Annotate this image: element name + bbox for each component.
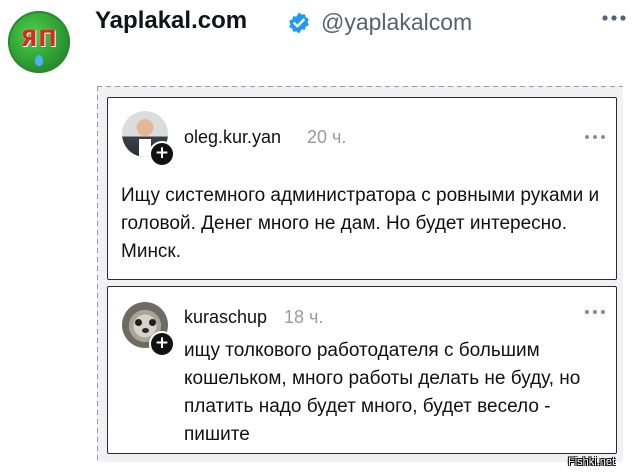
follow-plus-icon[interactable]: +	[149, 141, 175, 167]
avatar-nose	[142, 328, 149, 333]
post-timestamp: 18 ч.	[284, 307, 324, 327]
post-text: ищу толкового работодателя с большим кош…	[184, 340, 581, 445]
tweet-screenshot: ЯП Yaplakal.com @yaplakalcom + oleg.kur.…	[0, 0, 640, 473]
tweet-header: ЯП Yaplakal.com @yaplakalcom	[0, 0, 640, 86]
watermark: Fishki.net	[568, 456, 616, 468]
post-text: Ищу системного администратора с ровными …	[121, 185, 600, 262]
dashed-border	[97, 86, 98, 462]
verified-badge-icon	[289, 12, 309, 34]
more-horizontal-icon[interactable]	[584, 309, 606, 315]
dashed-border	[97, 86, 623, 87]
account-name[interactable]: Yaplakal.com	[95, 7, 247, 35]
more-horizontal-icon[interactable]	[584, 134, 606, 140]
embedded-screenshot: + oleg.kur.yan 20 ч. Ищу системного адми…	[97, 86, 623, 462]
more-horizontal-icon[interactable]	[601, 12, 627, 24]
follow-plus-icon[interactable]: +	[149, 331, 175, 357]
post-username[interactable]: oleg.kur.yan	[184, 127, 281, 148]
avatar-eye	[135, 319, 142, 326]
threads-post-card: + oleg.kur.yan 20 ч. Ищу системного адми…	[107, 97, 617, 280]
avatar-logo-text: ЯП	[20, 27, 58, 52]
post-username[interactable]: kuraschup	[184, 307, 267, 328]
account-handle[interactable]: @yaplakalcom	[321, 9, 472, 36]
threads-reply-card: + kuraschup 18 ч. ищу толкового работода…	[107, 286, 617, 454]
water-drop-icon	[35, 55, 43, 66]
avatar-eye	[149, 319, 156, 326]
account-avatar[interactable]: ЯП	[8, 11, 70, 73]
post-timestamp: 20 ч.	[307, 127, 347, 147]
